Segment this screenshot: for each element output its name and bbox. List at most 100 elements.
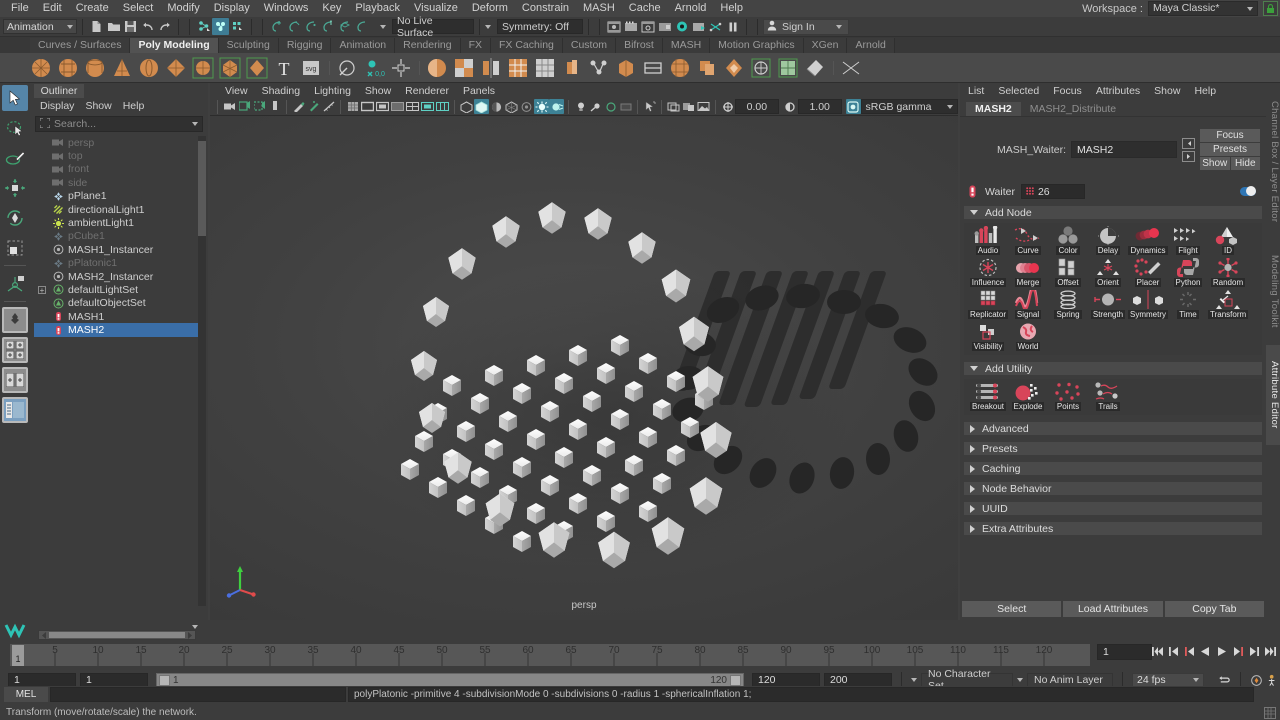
- smooth-icon[interactable]: [748, 55, 773, 80]
- hardware-texture-icon[interactable]: [489, 99, 504, 114]
- viewport-menu-show[interactable]: Show: [358, 85, 398, 97]
- viewport-menu-shading[interactable]: Shading: [255, 85, 308, 97]
- vtab-modeling-toolkit[interactable]: Modeling Toolkit: [1266, 241, 1280, 341]
- menu-item-create[interactable]: Create: [69, 0, 116, 17]
- range-slider-left-handle[interactable]: [159, 674, 170, 686]
- outliner-menu-display[interactable]: Display: [35, 100, 79, 112]
- poly-cone-icon[interactable]: [109, 55, 134, 80]
- signin-dropdown[interactable]: Sign In: [763, 18, 849, 35]
- snap-grid-icon[interactable]: [268, 18, 285, 35]
- mash-node-world[interactable]: World: [1008, 321, 1048, 352]
- select-button[interactable]: Select: [962, 601, 1062, 617]
- shelf-tab-rigging[interactable]: Rigging: [278, 38, 332, 53]
- select-mask-icon[interactable]: [642, 99, 657, 114]
- outliner-item-mash1[interactable]: MASH1: [34, 310, 198, 323]
- step-forward-frame-icon[interactable]: [1231, 644, 1244, 658]
- lasso-select-tool[interactable]: [2, 115, 28, 141]
- chevron-down-icon[interactable]: [911, 678, 917, 682]
- mash-node-offset[interactable]: Offset: [1048, 257, 1088, 288]
- ae-menu-list[interactable]: List: [968, 85, 992, 97]
- undo-icon[interactable]: [139, 18, 156, 35]
- range-slider-widget[interactable]: [38, 630, 196, 640]
- viewport-menu-lighting[interactable]: Lighting: [307, 85, 358, 97]
- outliner-item-mash2[interactable]: MASH2: [34, 323, 198, 337]
- ae-menu-attributes[interactable]: Attributes: [1096, 85, 1148, 97]
- mash-node-python[interactable]: Python: [1168, 257, 1208, 288]
- outliner-item-top[interactable]: top: [34, 149, 198, 162]
- wireframe-toggle-icon[interactable]: [435, 99, 450, 114]
- poly-move-icon[interactable]: [388, 55, 413, 80]
- mash-node-symmetry[interactable]: Symmetry: [1128, 289, 1168, 320]
- menu-item-mash[interactable]: MASH: [576, 0, 622, 17]
- shelf-tab-fx-caching[interactable]: FX Caching: [491, 38, 563, 53]
- color-space-dropdown[interactable]: sRGB gamma: [860, 99, 958, 114]
- reduce-icon[interactable]: [775, 55, 800, 80]
- color-management-icon[interactable]: [845, 99, 861, 114]
- play-backwards-icon[interactable]: [1199, 644, 1212, 658]
- poly-sculpt-icon[interactable]: [334, 55, 359, 80]
- soft-select-tool[interactable]: [2, 271, 28, 297]
- mash-node-replicator[interactable]: Replicator: [968, 289, 1008, 320]
- animation-preferences-icon[interactable]: [1267, 673, 1280, 687]
- vtab-channel-box[interactable]: Channel Box / Layer Editor: [1266, 87, 1280, 237]
- chevron-down-icon[interactable]: [1017, 678, 1023, 682]
- combine-icon[interactable]: [424, 55, 449, 80]
- snap-view-plane-icon[interactable]: [336, 18, 353, 35]
- outliner-item-directionallight1[interactable]: directionalLight1: [34, 203, 198, 216]
- paint-select-tool[interactable]: [2, 145, 28, 171]
- mash-node-orient[interactable]: Orient: [1088, 257, 1128, 288]
- section-presets[interactable]: Presets: [964, 442, 1262, 455]
- go-to-start-icon[interactable]: [1151, 644, 1164, 658]
- next-node-icon[interactable]: [1182, 150, 1195, 162]
- screen-space-ao-icon[interactable]: [534, 99, 549, 114]
- mash-node-color[interactable]: Color: [1048, 225, 1088, 256]
- poly-disc-icon[interactable]: [190, 55, 215, 80]
- menu-item-windows[interactable]: Windows: [257, 0, 316, 17]
- hypershade-icon[interactable]: [656, 18, 673, 35]
- section-extra-attributes[interactable]: Extra Attributes: [964, 522, 1262, 535]
- poly-platonic-icon[interactable]: [217, 55, 242, 80]
- mash-node-spring[interactable]: Spring: [1048, 289, 1088, 320]
- shadows-icon[interactable]: [519, 99, 534, 114]
- mash-utility-breakout[interactable]: Breakout: [968, 381, 1008, 412]
- poly-prism-icon[interactable]: [244, 55, 269, 80]
- slider-bar[interactable]: [49, 632, 185, 638]
- boolean-icon[interactable]: [451, 55, 476, 80]
- mash-node-placer[interactable]: Placer: [1128, 257, 1168, 288]
- move-tool[interactable]: [2, 175, 28, 201]
- step-forward-key-icon[interactable]: [1247, 644, 1260, 658]
- render-sequence-icon[interactable]: [690, 18, 707, 35]
- ae-menu-selected[interactable]: Selected: [998, 85, 1047, 97]
- use-all-lights-icon[interactable]: [504, 99, 519, 114]
- rotate-tool[interactable]: [2, 205, 28, 231]
- new-scene-icon[interactable]: [88, 18, 105, 35]
- outliner-item-side[interactable]: side: [34, 176, 198, 189]
- ae-menu-show[interactable]: Show: [1154, 85, 1188, 97]
- exposure-field[interactable]: 0.00: [735, 99, 779, 114]
- scrollbar-thumb[interactable]: [198, 141, 206, 236]
- bookmark-icon[interactable]: [252, 99, 267, 114]
- presets-button[interactable]: Presets: [1200, 143, 1260, 156]
- mash-node-strength[interactable]: Strength: [1088, 289, 1128, 320]
- circularize-icon[interactable]: [721, 55, 746, 80]
- menu-item-constrain[interactable]: Constrain: [515, 0, 576, 17]
- lights-default-icon[interactable]: [573, 99, 588, 114]
- display-layer-icon[interactable]: [666, 99, 681, 114]
- mash-node-audio[interactable]: Audio: [968, 225, 1008, 256]
- shelf-tab-poly-modeling[interactable]: Poly Modeling: [130, 38, 219, 53]
- menu-item-select[interactable]: Select: [116, 0, 161, 17]
- time-slider[interactable]: 5 10 15 20 25 30 35 40 45 50 55 60 65 70 75 80 85 90 9…: [10, 644, 1090, 666]
- mash-node-delay[interactable]: Delay: [1088, 225, 1128, 256]
- duplicate-face-icon[interactable]: [694, 55, 719, 80]
- viewport-menu-view[interactable]: View: [218, 85, 255, 97]
- outliner-menu-help[interactable]: Help: [118, 100, 150, 112]
- select-object-icon[interactable]: [212, 18, 229, 35]
- select-tool[interactable]: [2, 85, 28, 111]
- chevron-down-icon[interactable]: [192, 122, 198, 126]
- multi-cut-icon[interactable]: [505, 55, 530, 80]
- shelf-tab-arnold[interactable]: Arnold: [847, 38, 895, 53]
- append-icon[interactable]: [640, 55, 665, 80]
- image-sequence-icon[interactable]: [696, 99, 711, 114]
- four-pane-layout[interactable]: [2, 337, 28, 363]
- shelf-tab-animation[interactable]: Animation: [331, 38, 396, 53]
